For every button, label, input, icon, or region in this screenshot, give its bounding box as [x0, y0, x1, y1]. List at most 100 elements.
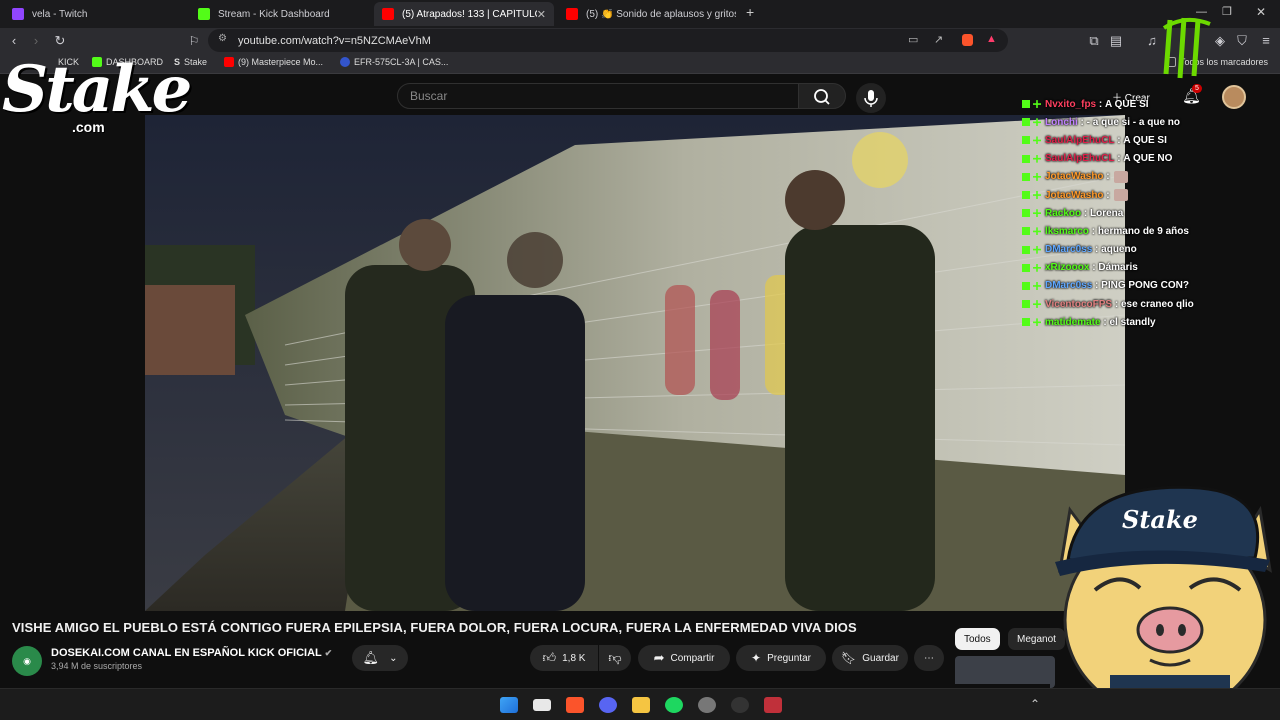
cast-icon[interactable]: ▭ — [908, 33, 918, 46]
chat-username: JotacWasho — [1045, 171, 1104, 183]
chat-username: Rackoo — [1045, 207, 1082, 219]
browser-tab-bar: vela - Twitch Stream - Kick Dashboard (5… — [0, 0, 1280, 28]
plus-badge-icon — [1033, 300, 1041, 309]
search-button[interactable] — [798, 83, 846, 109]
chat-separator: : — [1081, 207, 1091, 219]
channel-name[interactable]: DOSEKAI.COM CANAL EN ESPAÑOL KICK OFICIA… — [51, 647, 332, 659]
chat-message: DMarc0ss : PING PONG CON? — [1022, 277, 1242, 295]
like-button[interactable]: 👍︎ 1,8 K — [530, 645, 598, 671]
address-bar[interactable]: ⚙ youtube.com/watch?v=n5NZCMAeVhM ▭ ↗ ▲ — [208, 29, 1008, 52]
bell-icon: 🔔︎ — [362, 650, 380, 665]
menu-icon[interactable]: ≡ — [1256, 28, 1276, 54]
brave-browser-icon[interactable] — [566, 697, 584, 713]
plus-badge-icon — [1033, 227, 1041, 236]
chat-separator: : — [1088, 225, 1098, 237]
chat-text: aqueno — [1101, 244, 1137, 256]
media-icon[interactable]: ♫ — [1142, 28, 1162, 54]
task-view-icon[interactable] — [533, 699, 551, 711]
video-player[interactable] — [145, 115, 1125, 611]
chat-message: DMarc0ss : aqueno — [1022, 241, 1242, 259]
chat-message: VicentocoFPS : ese craneo qlio — [1022, 295, 1242, 313]
sidebar-icon[interactable]: ▤ — [1106, 28, 1126, 54]
search-input[interactable]: Buscar — [397, 83, 799, 109]
plus-badge-icon — [1033, 245, 1041, 254]
youtube-icon — [382, 8, 394, 20]
maximize-icon[interactable]: ❐ — [1222, 5, 1232, 18]
chip-all[interactable]: Todos — [955, 628, 1000, 650]
tab-twitch[interactable]: vela - Twitch — [4, 2, 184, 26]
chat-text: A QUE NO — [1123, 153, 1173, 165]
brave-shield-icon[interactable] — [962, 34, 973, 46]
emote-image — [1114, 170, 1129, 183]
share-icon[interactable]: ↗ — [934, 33, 943, 46]
plus-badge-icon — [1033, 318, 1041, 327]
new-tab-icon[interactable]: + — [746, 4, 754, 20]
save-button[interactable]: 🔖︎ Guardar — [832, 645, 908, 671]
tab-kick-dashboard[interactable]: Stream - Kick Dashboard — [190, 2, 370, 26]
kick-badge-icon — [1022, 118, 1030, 127]
stake-logo-text: Stake — [2, 52, 192, 127]
ask-button[interactable]: ✦ Preguntar — [736, 645, 826, 671]
channel-avatar[interactable]: ◉ — [12, 646, 42, 676]
bookmark-masterpiece[interactable]: (9) Masterpiece Mo... — [224, 57, 323, 67]
tab-label: (5) 👏 Sonido de aplausos y gritos de — [586, 8, 736, 20]
app-icon[interactable] — [764, 697, 782, 713]
close-tab-icon[interactable]: ✕ — [537, 8, 546, 21]
voice-search-button[interactable] — [856, 83, 886, 113]
chat-text: - a que si - a que no — [1086, 116, 1181, 128]
chat-message: Nvxito_fps : A QUE SI — [1022, 95, 1242, 113]
kick-badge-icon — [1022, 227, 1030, 236]
youtube-icon — [566, 8, 578, 20]
kick-badge-icon — [1022, 263, 1030, 272]
kick-badge-icon — [1022, 136, 1030, 145]
forward-icon[interactable]: › — [26, 28, 46, 54]
emote-image — [1114, 189, 1129, 202]
chat-username: JotacWasho — [1045, 189, 1104, 201]
chat-text: A QUE SI — [1105, 98, 1149, 110]
discord-icon[interactable] — [599, 697, 617, 713]
more-actions-button[interactable]: ⋯ — [914, 645, 944, 671]
bookmark-casio[interactable]: EFR-575CL-3A | CAS... — [340, 57, 448, 67]
chat-message: matidemate : el standly — [1022, 313, 1242, 331]
chip-label: Todos — [964, 633, 991, 645]
kick-badge-icon — [1022, 100, 1030, 109]
chevron-up-icon[interactable]: ⌃ — [1030, 697, 1040, 711]
tab-youtube-applause[interactable]: (5) 👏 Sonido de aplausos y gritos de — [558, 2, 738, 26]
extensions-icon[interactable]: ⧉ — [1084, 28, 1104, 54]
dislike-button[interactable]: 👎︎ — [599, 645, 631, 671]
file-explorer-icon[interactable] — [632, 697, 650, 713]
close-window-icon[interactable]: ✕ — [1256, 5, 1266, 19]
search-icon — [814, 89, 830, 105]
chat-text: PING PONG CON? — [1101, 280, 1189, 292]
share-label: Compartir — [670, 652, 715, 664]
chat-message: xRizooox : Dámaris — [1022, 259, 1242, 277]
plus-badge-icon — [1033, 191, 1041, 200]
like-count: 1,8 K — [562, 652, 586, 664]
chat-text: Dámaris — [1098, 262, 1138, 274]
share-button[interactable]: ➦ Compartir — [638, 645, 730, 671]
chat-text: ese craneo qlio — [1120, 298, 1194, 310]
windows-start-icon[interactable] — [500, 697, 518, 713]
tab-youtube-active[interactable]: (5) Atrapados! 133 | CAPÍTULO ✕ — [374, 2, 554, 26]
obs-icon[interactable] — [731, 697, 749, 713]
vpn-icon[interactable]: ⛉ — [1232, 28, 1252, 54]
subscription-bell-button[interactable]: 🔔︎ ⌄ — [352, 645, 408, 671]
tab-label: vela - Twitch — [32, 8, 88, 20]
more-icon: ⋯ — [924, 652, 934, 664]
steam-icon[interactable] — [698, 697, 716, 713]
spotify-icon[interactable] — [665, 697, 683, 713]
site-settings-icon[interactable]: ⚙ — [218, 33, 227, 44]
brave-rewards-icon[interactable]: ▲ — [986, 33, 997, 45]
chat-username: Nvxito_fps — [1045, 98, 1097, 110]
kick-icon — [198, 8, 210, 20]
back-icon[interactable]: ‹ — [4, 28, 24, 54]
save-label: Guardar — [862, 652, 899, 664]
chat-text: el standly — [1109, 316, 1156, 328]
kick-badge-icon — [1022, 318, 1030, 327]
monster-energy-logo — [1162, 17, 1211, 79]
plus-badge-icon — [1033, 100, 1041, 109]
reload-icon[interactable]: ↻ — [50, 28, 70, 54]
bookmark-icon[interactable]: ⚐ — [184, 28, 204, 54]
bookmark-label: EFR-575CL-3A | CAS... — [354, 57, 449, 67]
ask-label: Preguntar — [767, 652, 811, 664]
